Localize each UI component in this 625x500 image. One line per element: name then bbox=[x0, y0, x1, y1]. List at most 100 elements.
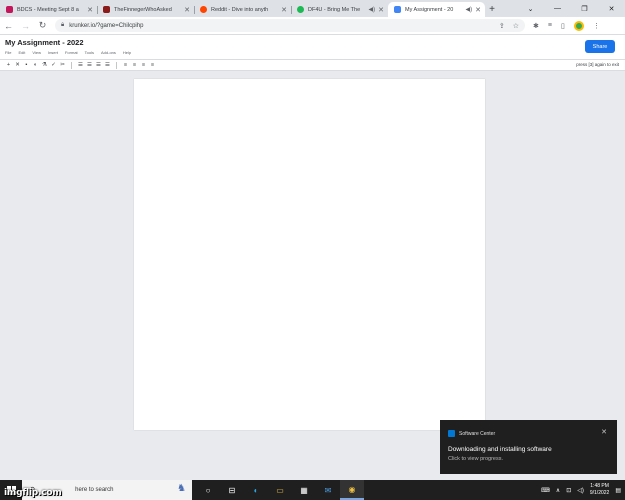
search-highlight-icon: ♞ bbox=[177, 483, 186, 494]
align-center-icon[interactable]: ≡ bbox=[130, 62, 139, 68]
document-page[interactable] bbox=[134, 79, 485, 430]
keyboard-icon[interactable]: ⌨ bbox=[541, 487, 550, 494]
maximize-button[interactable]: ❐ bbox=[571, 0, 598, 17]
browser-tab[interactable]: DF4U - Bring Me The ◀) ✕ bbox=[291, 2, 388, 17]
paint-format-icon[interactable]: ◐ bbox=[31, 62, 40, 68]
docs-favicon-icon bbox=[394, 6, 401, 13]
address-bar[interactable]: 🔒︎ krunker.io/?game=Chilcpihp ⇪ ☆ bbox=[55, 19, 525, 32]
close-tab-icon[interactable]: ✕ bbox=[184, 6, 190, 14]
system-tray: ⌨ ∧ ⊡ ◁) 1:48 PM 9/1/2022 ▤ bbox=[541, 483, 625, 497]
audio-playing-icon[interactable]: ◀) bbox=[369, 6, 376, 13]
store-icon[interactable]: ▦ bbox=[292, 480, 316, 500]
indent-icon[interactable]: ☰ bbox=[76, 62, 85, 68]
browser-tab-strip: BDCS - Meeting Sept 8 a ✕ TheFinnegerWho… bbox=[0, 0, 625, 17]
side-panel-icon[interactable]: ▯ bbox=[561, 22, 565, 30]
search-placeholder: here to search bbox=[75, 487, 114, 493]
toast-app-name: Software Center bbox=[459, 430, 496, 437]
cut-icon[interactable]: ✂ bbox=[58, 62, 67, 68]
check-icon[interactable]: ✓ bbox=[49, 62, 58, 68]
network-icon[interactable]: ⊡ bbox=[566, 487, 571, 494]
toolbar-divider bbox=[116, 61, 117, 69]
edge-icon[interactable]: ◐ bbox=[244, 480, 268, 500]
file-explorer-icon[interactable]: ▭ bbox=[268, 480, 292, 500]
tab-title: Reddit - Dive into anyth bbox=[211, 6, 269, 13]
mail-icon[interactable]: ✉ bbox=[316, 480, 340, 500]
watermark: imgflip.com bbox=[4, 488, 62, 498]
volume-icon[interactable]: ◁) bbox=[577, 487, 584, 494]
tab-favicon-icon bbox=[297, 6, 304, 13]
menu-insert[interactable]: Insert bbox=[48, 50, 58, 55]
profile-avatar[interactable] bbox=[573, 20, 584, 31]
close-tab-icon[interactable]: ✕ bbox=[378, 6, 384, 14]
menu-help[interactable]: Help bbox=[123, 50, 131, 55]
back-button[interactable]: ← bbox=[0, 21, 17, 31]
new-tab-button[interactable]: + bbox=[485, 2, 499, 17]
tab-title: DF4U - Bring Me The bbox=[308, 6, 361, 13]
menu-tools[interactable]: Tools bbox=[85, 50, 94, 55]
bulleted-list-icon[interactable]: ☰ bbox=[94, 62, 103, 68]
forward-button[interactable]: → bbox=[17, 21, 34, 31]
menu-file[interactable]: File bbox=[5, 50, 11, 55]
clear-icon[interactable]: ✕ bbox=[13, 62, 22, 68]
clock-date: 9/1/2022 bbox=[589, 490, 610, 496]
windows-taskbar: ⚲ here to search ♞ ○ ⊟ ◐ ▭ ▦ ✉ ◉ ⌨ ∧ ⊡ ◁… bbox=[0, 480, 625, 500]
close-tab-icon[interactable]: ✕ bbox=[475, 6, 481, 14]
window-controls: ⌄ — ❐ ✕ bbox=[517, 0, 625, 17]
close-tab-icon[interactable]: ✕ bbox=[87, 6, 93, 14]
exit-hint: press [3] again to exit bbox=[576, 62, 619, 67]
align-right-icon[interactable]: ≡ bbox=[139, 62, 148, 68]
clock-time: 1:48 PM bbox=[590, 483, 609, 489]
browser-tab[interactable]: Reddit - Dive into anyth ✕ bbox=[194, 2, 291, 17]
add-icon[interactable]: + bbox=[4, 62, 13, 68]
reload-button[interactable]: ↻ bbox=[34, 20, 51, 31]
notification-toast[interactable]: Software Center ✕ Downloading and instal… bbox=[440, 420, 617, 474]
url-text: krunker.io/?game=Chilcpihp bbox=[69, 22, 144, 29]
bookmark-star-icon[interactable]: ☆ bbox=[513, 22, 519, 30]
tab-title: BDCS - Meeting Sept 8 a bbox=[17, 6, 79, 13]
format-toolbar: + ✕ ▪ ◐ ⚗ ✓ ✂ ☰ ☰ ☰ ☰ ≡ ≡ ≡ ≡ press [3] … bbox=[0, 59, 625, 71]
align-left-icon[interactable]: ≡ bbox=[121, 62, 130, 68]
share-page-icon[interactable]: ⇪ bbox=[499, 22, 505, 30]
toast-body: Click to view progress. bbox=[448, 456, 504, 462]
clock[interactable]: 1:48 PM 9/1/2022 bbox=[590, 483, 609, 497]
menu-bar: File Edit View Insert Format Tools Add-o… bbox=[5, 50, 131, 55]
browser-toolbar: ← → ↻ 🔒︎ krunker.io/?game=Chilcpihp ⇪ ☆ … bbox=[0, 17, 625, 35]
more-menu-icon[interactable]: ⋮ bbox=[593, 22, 600, 30]
tab-search-icon[interactable]: ⌄ bbox=[517, 0, 544, 17]
browser-tab-active[interactable]: My Assignment - 20 ◀) ✕ bbox=[388, 2, 485, 17]
toast-title: Downloading and installing software bbox=[448, 446, 552, 453]
notification-center-icon[interactable]: ▤ bbox=[615, 487, 621, 494]
extensions-puzzle-icon[interactable]: ✱ bbox=[533, 22, 539, 30]
print-icon[interactable]: ▪ bbox=[22, 62, 31, 68]
browser-tab[interactable]: BDCS - Meeting Sept 8 a ✕ bbox=[0, 2, 97, 17]
audio-playing-icon[interactable]: ◀) bbox=[466, 6, 473, 13]
close-window-button[interactable]: ✕ bbox=[598, 0, 625, 17]
share-button[interactable]: Share bbox=[585, 40, 615, 53]
numbered-list-icon[interactable]: ☰ bbox=[103, 62, 112, 68]
doc-title[interactable]: My Assignment - 2022 bbox=[5, 38, 84, 47]
cortana-icon[interactable]: ○ bbox=[196, 480, 220, 500]
minimize-button[interactable]: — bbox=[544, 0, 571, 17]
chrome-icon[interactable]: ◉ bbox=[340, 480, 364, 500]
align-justify-icon[interactable]: ≡ bbox=[148, 62, 157, 68]
taskbar-apps: ○ ⊟ ◐ ▭ ▦ ✉ ◉ bbox=[196, 480, 364, 500]
menu-view[interactable]: View bbox=[32, 50, 41, 55]
toast-app-header: Software Center bbox=[448, 430, 495, 437]
menu-format[interactable]: Format bbox=[65, 50, 78, 55]
reading-list-icon[interactable]: ≡ bbox=[548, 22, 552, 29]
document-canvas bbox=[0, 71, 625, 480]
outdent-icon[interactable]: ☰ bbox=[85, 62, 94, 68]
browser-tab[interactable]: TheFinnegerWhoAsked ✕ bbox=[97, 2, 194, 17]
menu-edit[interactable]: Edit bbox=[18, 50, 25, 55]
tab-title: My Assignment - 20 bbox=[405, 6, 454, 13]
extension-area: ✱ ≡ ▯ ⋮ bbox=[533, 20, 600, 31]
menu-add-ons[interactable]: Add-ons bbox=[101, 50, 116, 55]
software-center-icon bbox=[448, 430, 455, 437]
spellcheck-icon[interactable]: ⚗ bbox=[40, 62, 49, 68]
doc-header: My Assignment - 2022 File Edit View Inse… bbox=[0, 35, 625, 59]
close-icon[interactable]: ✕ bbox=[601, 428, 607, 436]
lock-icon[interactable]: 🔒︎ bbox=[61, 22, 64, 29]
task-view-icon[interactable]: ⊟ bbox=[220, 480, 244, 500]
close-tab-icon[interactable]: ✕ bbox=[281, 6, 287, 14]
show-hidden-icons-icon[interactable]: ∧ bbox=[556, 487, 560, 494]
